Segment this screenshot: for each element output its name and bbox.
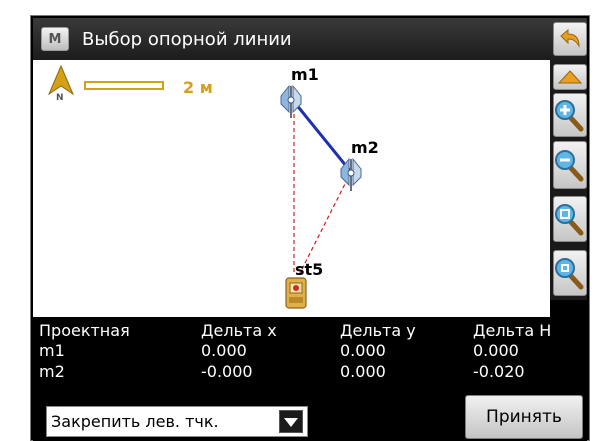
table-header: Проектная	[39, 321, 130, 340]
total-station-icon	[285, 277, 307, 309]
table-header: Дельта y	[340, 321, 416, 340]
table-cell: m1	[39, 341, 65, 360]
zoom-out-icon	[555, 150, 584, 182]
zoom-extents-button[interactable]	[553, 250, 587, 296]
pan-up-icon	[557, 70, 583, 84]
zoom-in-icon	[555, 100, 584, 132]
table-cell: -0.020	[473, 362, 525, 381]
scale-bar: 2 м	[84, 78, 213, 97]
table-cell: 0.000	[340, 341, 386, 360]
point-m2[interactable]: m2	[340, 138, 379, 191]
chevron-down-icon	[284, 417, 298, 427]
back-button[interactable]	[553, 22, 587, 56]
window-title: Выбор опорной линии	[82, 29, 292, 50]
table-cell: 0.000	[201, 341, 247, 360]
prism-pole-icon	[280, 84, 302, 118]
north-arrow-icon: N	[47, 64, 75, 103]
zoom-window-icon	[555, 204, 584, 236]
zoom-extents-icon	[555, 258, 584, 290]
menu-button[interactable]: M	[41, 27, 69, 51]
fix-point-select[interactable]: Закрепить лев. тчк.	[46, 406, 308, 437]
point-label-m1: m1	[291, 65, 319, 84]
zoom-out-button[interactable]	[553, 141, 587, 189]
table-header: Дельта x	[201, 321, 277, 340]
fix-point-select-value: Закрепить лев. тчк.	[51, 412, 219, 431]
table-cell: 0.000	[473, 341, 519, 360]
zoom-in-button[interactable]	[553, 93, 587, 137]
pan-up-button[interactable]	[553, 64, 587, 90]
menu-icon: M	[48, 31, 62, 47]
table-cell: 0.000	[340, 362, 386, 381]
accept-button[interactable]: Принять	[465, 395, 583, 439]
point-label-m2: m2	[351, 138, 379, 157]
point-label-st5: st5	[295, 260, 323, 279]
zoom-window-button[interactable]	[553, 196, 587, 242]
dropdown-button[interactable]	[279, 410, 303, 433]
table-cell: -0.000	[201, 362, 253, 381]
point-st5[interactable]: st5	[285, 260, 323, 309]
north-label: N	[56, 93, 64, 103]
reference-line	[289, 97, 353, 173]
map-canvas: N 2 м m1 m2 st5	[47, 64, 379, 309]
back-icon	[560, 28, 580, 48]
scale-label: 2 м	[183, 78, 213, 97]
deltas-table: Проектная Дельта x Дельта y Дельта H m1 …	[33, 317, 587, 389]
table-header: Дельта H	[473, 321, 552, 340]
map-view[interactable]: N 2 м m1 m2 st5	[33, 60, 550, 317]
table-cell: m2	[39, 362, 65, 381]
